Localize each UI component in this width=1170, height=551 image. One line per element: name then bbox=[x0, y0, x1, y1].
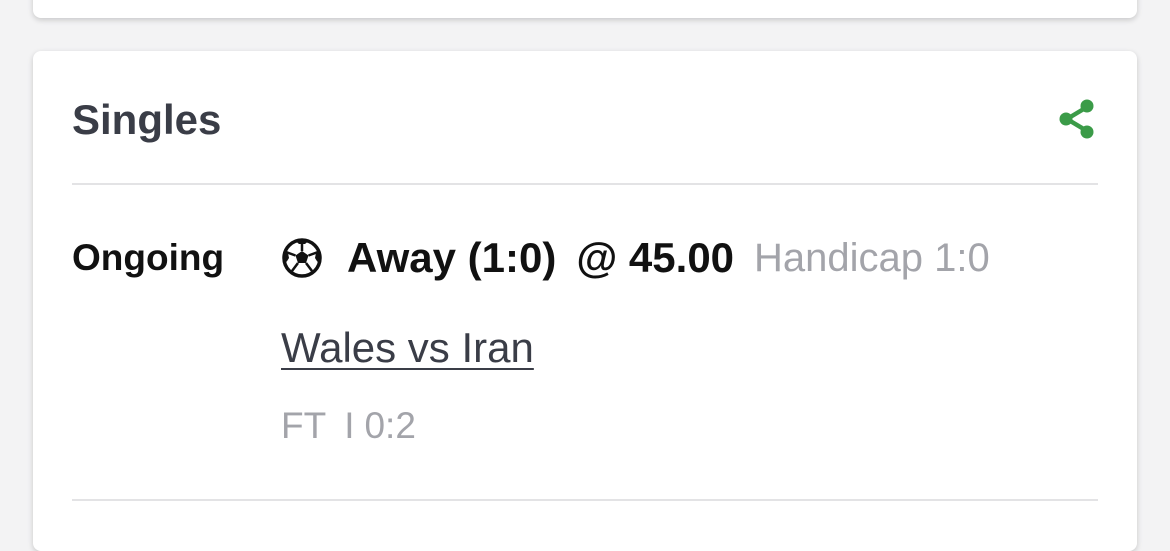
match-link[interactable]: Wales vs Iran bbox=[281, 323, 534, 373]
share-button[interactable] bbox=[1053, 97, 1101, 141]
soccer-ball-icon bbox=[282, 238, 322, 278]
bet-status: Ongoing bbox=[72, 237, 225, 278]
bet-odds: @ 45.00 bbox=[576, 234, 735, 281]
card-title: Singles bbox=[72, 96, 222, 143]
footer-divider bbox=[72, 499, 1098, 501]
bet-selection: Away (1:0) bbox=[347, 234, 557, 281]
header-divider bbox=[72, 183, 1098, 185]
match-state: FT bbox=[281, 405, 327, 446]
bet-card-singles: Singles Ongoing Away (1:0) @ 45.00 Handi… bbox=[33, 51, 1137, 551]
share-icon bbox=[1059, 99, 1094, 139]
match-score: 0:2 bbox=[364, 405, 416, 446]
bet-market: Handicap 1:0 bbox=[754, 235, 990, 280]
match-result: FT I 0:2 bbox=[281, 405, 416, 447]
previous-card bbox=[33, 0, 1137, 18]
selection-line: Away (1:0) @ 45.00 Handicap 1:0 bbox=[281, 233, 990, 283]
result-separator: I bbox=[344, 405, 355, 446]
